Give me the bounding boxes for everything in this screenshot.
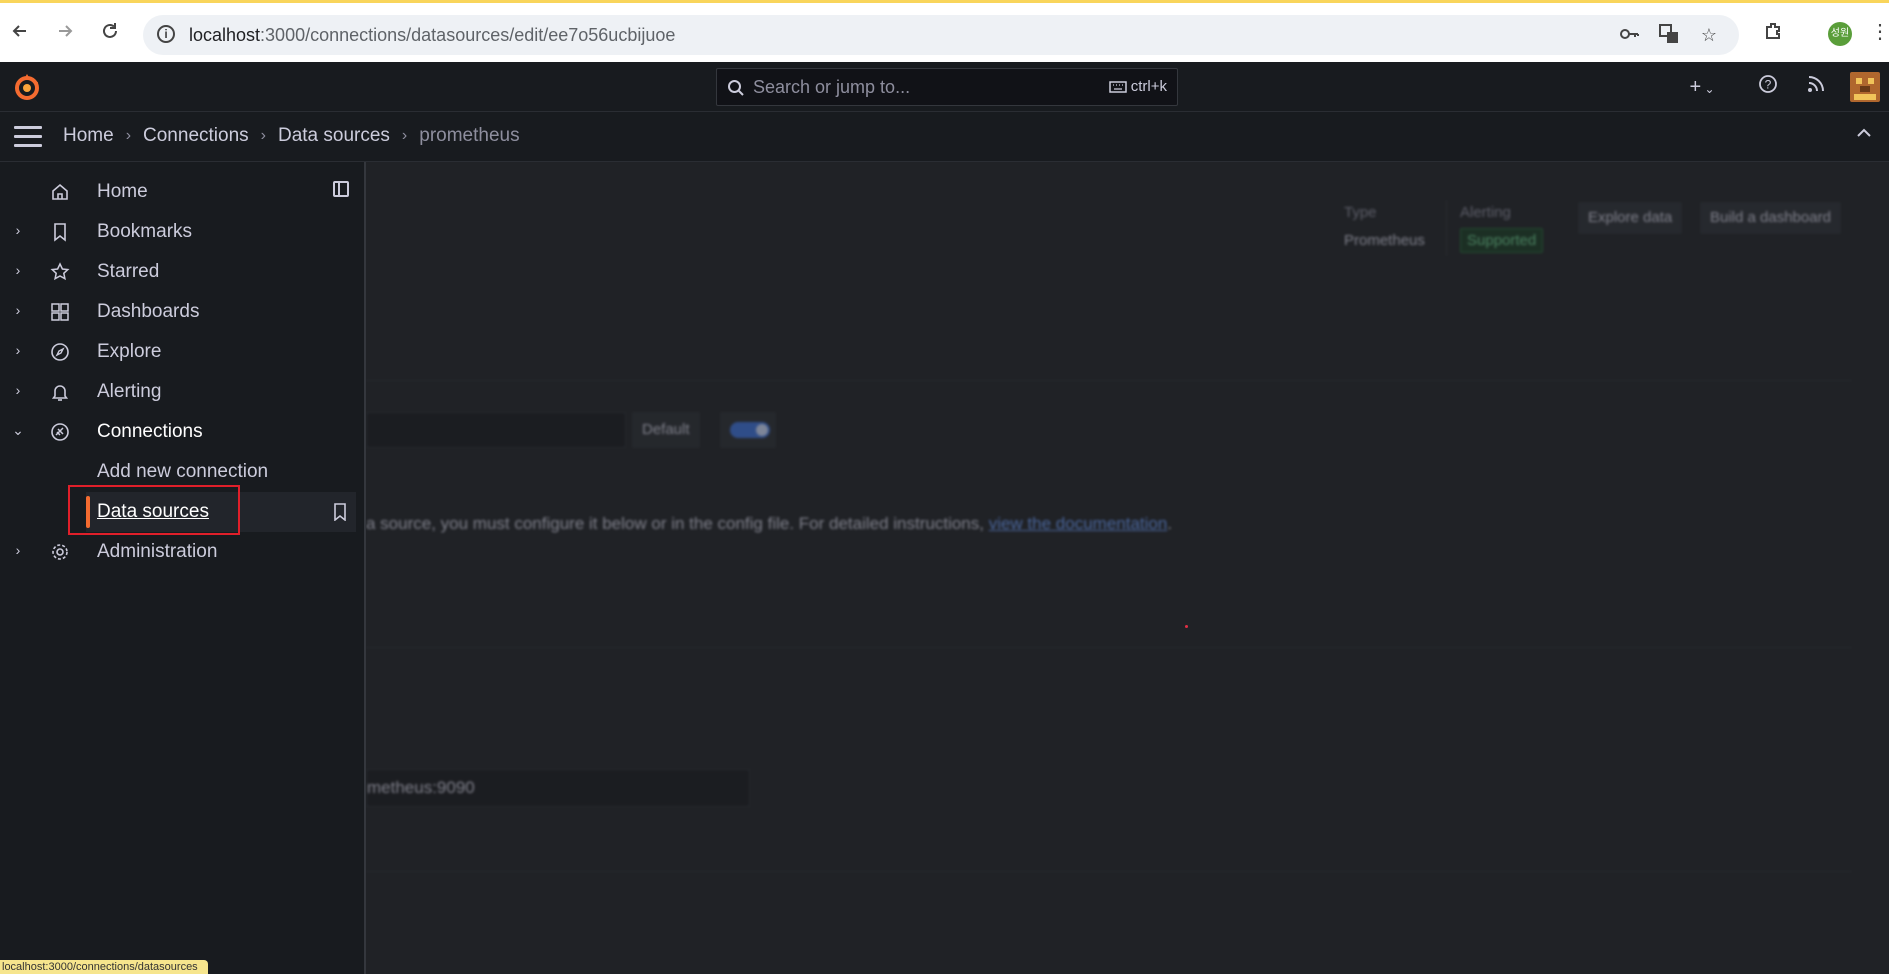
sidebar-item-alerting[interactable]: › Alerting [0, 372, 356, 412]
svg-text:?: ? [1765, 78, 1772, 92]
nav-sidebar: Home › Bookmarks › Starred › Dashboards … [0, 162, 366, 974]
sidebar-item-data-sources[interactable]: Data sources [86, 492, 356, 532]
browser-menu-icon[interactable]: ⋮ [1866, 17, 1889, 45]
forward-icon[interactable] [51, 17, 79, 45]
default-toggle[interactable] [720, 412, 776, 448]
sidebar-item-administration[interactable]: › Administration [0, 532, 356, 572]
sidebar-item-label: Dashboards [97, 301, 200, 322]
url-path: :3000/connections/datasources/edit/ee7o5… [260, 24, 676, 45]
menu-toggle-icon[interactable] [14, 126, 42, 148]
documentation-link[interactable]: view the documentation [989, 514, 1168, 533]
home-icon [52, 183, 68, 200]
extensions-icon[interactable] [1760, 17, 1788, 45]
chevron-right-icon[interactable]: › [12, 222, 24, 238]
datasource-settings-content: Type Prometheus Alerting Supported Explo… [366, 162, 1889, 974]
chevron-up-icon[interactable] [1855, 124, 1873, 147]
chevron-right-icon[interactable]: › [12, 542, 24, 558]
sidebar-item-label: Bookmarks [97, 221, 193, 242]
sidebar-item-home[interactable]: Home [0, 172, 356, 212]
star-icon [50, 262, 70, 281]
sidebar-item-label: Alerting [97, 381, 162, 402]
alerting-label: Alerting [1460, 204, 1511, 221]
divider [366, 647, 1852, 648]
search-shortcut: ctrl+k [1108, 78, 1167, 95]
chevron-right-icon: › [125, 127, 132, 144]
search-icon [728, 80, 744, 96]
bookmark-pin-icon[interactable] [332, 503, 348, 521]
sidebar-item-connections[interactable]: ⌄ Connections [0, 412, 356, 452]
sidebar-item-label: Connections [97, 421, 203, 442]
sidebar-item-explore[interactable]: › Explore [0, 332, 356, 372]
sidebar-item-label: Explore [97, 341, 162, 362]
active-indicator [86, 496, 90, 528]
grafana-logo-icon[interactable] [12, 72, 42, 102]
divider [1446, 200, 1447, 256]
url-host: localhost [189, 24, 261, 45]
sidebar-item-add-new-connection[interactable]: Add new connection [0, 452, 356, 492]
grafana-topbar: Search or jump to... ctrl+k + ⌄ ? [0, 62, 1889, 112]
sidebar-item-starred[interactable]: › Starred [0, 252, 356, 292]
news-rss-icon[interactable] [1803, 74, 1829, 100]
chevron-right-icon[interactable]: › [12, 342, 24, 358]
sidebar-item-dashboards[interactable]: › Dashboards [0, 292, 356, 332]
keyboard-icon [1108, 81, 1127, 93]
add-new-button[interactable]: + ⌄ [1682, 74, 1722, 100]
name-field[interactable] [366, 412, 626, 448]
connections-icon [51, 423, 69, 441]
breadcrumb-bar: Home › Connections › Data sources › prom… [0, 112, 1889, 162]
password-key-icon[interactable] [1617, 23, 1641, 47]
breadcrumb: Home › Connections › Data sources › prom… [63, 125, 520, 147]
status-badge: Supported [1460, 228, 1544, 253]
sidebar-item-label: Add new connection [97, 461, 269, 482]
breadcrumb-current: prometheus [419, 125, 520, 146]
profile-avatar[interactable]: 성원 [1828, 22, 1852, 46]
browser-chrome: i localhost:3000/connections/datasources… [0, 0, 1889, 62]
translate-icon[interactable] [1657, 23, 1681, 47]
chevron-right-icon[interactable]: › [12, 382, 24, 398]
chevron-down-icon[interactable]: ⌄ [12, 422, 24, 439]
grid-icon [51, 303, 69, 321]
breadcrumb-connections[interactable]: Connections [143, 125, 249, 147]
breadcrumb-home[interactable]: Home [63, 125, 114, 147]
explore-data-button[interactable]: Explore data [1578, 202, 1683, 234]
sidebar-item-label: Administration [97, 541, 218, 562]
back-icon[interactable] [6, 17, 34, 45]
sidebar-item-bookmarks[interactable]: › Bookmarks [0, 212, 356, 252]
divider [366, 380, 1852, 381]
user-avatar[interactable] [1850, 72, 1880, 102]
search-placeholder: Search or jump to... [753, 76, 911, 97]
bookmark-icon [54, 223, 66, 242]
bell-icon [51, 385, 69, 401]
sidebar-item-label: Data sources [97, 501, 209, 522]
sidebar-item-label: Home [97, 181, 148, 202]
site-info-icon[interactable]: i [157, 25, 175, 43]
search-input[interactable]: Search or jump to... ctrl+k [716, 68, 1178, 106]
default-label: Default [632, 412, 700, 448]
info-message: a source, you must configure it below or… [366, 514, 1173, 533]
gear-icon [52, 544, 68, 560]
divider [366, 871, 1852, 872]
chevron-right-icon: › [260, 127, 266, 144]
sidebar-item-label: Starred [97, 261, 160, 282]
cursor-dot [1185, 625, 1188, 628]
reload-icon[interactable] [96, 17, 124, 45]
chevron-right-icon: › [401, 127, 408, 144]
type-value: Prometheus [1344, 232, 1425, 249]
breadcrumb-data-sources[interactable]: Data sources [278, 125, 390, 147]
status-url-tooltip: localhost:3000/connections/datasources [0, 960, 208, 974]
prometheus-url-field[interactable]: metheus:9090 [366, 769, 750, 807]
type-label: Type [1344, 204, 1377, 221]
chevron-right-icon[interactable]: › [12, 262, 24, 278]
star-bookmark-icon[interactable]: ☆ [1697, 23, 1721, 47]
build-dashboard-button[interactable]: Build a dashboard [1700, 202, 1841, 234]
chevron-right-icon[interactable]: › [12, 302, 24, 318]
compass-icon [51, 343, 69, 361]
help-icon[interactable]: ? [1755, 74, 1781, 100]
address-bar[interactable]: i localhost:3000/connections/datasources… [143, 15, 1739, 55]
